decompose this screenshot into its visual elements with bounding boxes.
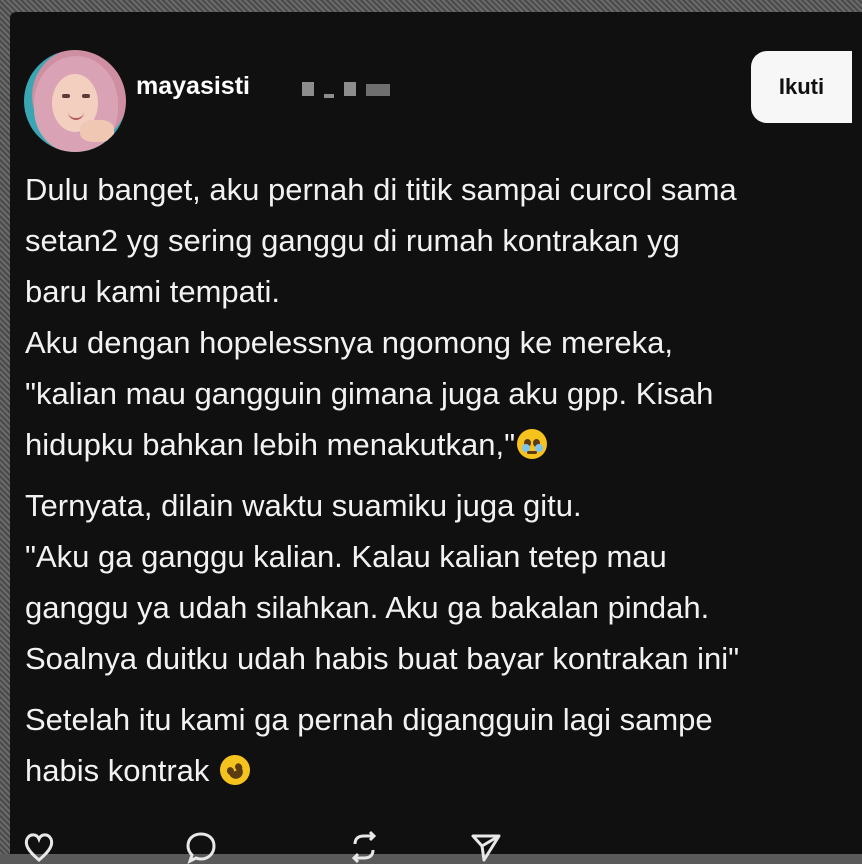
post-line: "kalian mau gangguin gimana juga aku gpp… [25,376,714,411]
post-line: Dulu banget, aku pernah di titik sampai … [25,172,737,207]
censor-block [344,82,356,96]
post-body: Dulu banget, aku pernah di titik sampai … [25,164,840,796]
post-line: habis kontrak [25,745,840,796]
post-line: ganggu ya udah silahkan. Aku ga bakalan … [25,590,710,625]
post-actions [22,830,722,864]
censor-block [324,94,334,98]
rolling-on-floor-laughing-emoji [215,750,255,790]
post-line: Aku dengan hopelessnya ngomong ke mereka… [25,325,673,360]
pleading-face-emoji [517,429,548,459]
share-icon [471,834,501,862]
post-line: setan2 yg sering ganggu di rumah kontrak… [25,223,680,258]
censor-block [302,82,314,96]
post-line-text: hidupku bahkan lebih menakutkan," [25,427,516,462]
post-line: "Aku ga ganggu kalian. Kalau kalian tete… [25,539,667,574]
repost-button[interactable] [347,830,381,864]
post-line-text: habis kontrak [25,753,210,788]
repost-icon [351,830,377,864]
censor-block [366,84,390,96]
follow-button[interactable]: Ikuti [751,51,852,123]
heart-icon [24,833,54,862]
post-line: Setelah itu kami ga pernah digangguin la… [25,702,713,737]
username[interactable]: mayasisti [136,72,250,101]
comment-icon [186,832,216,864]
post-line: baru kami tempati. [25,274,280,309]
post-line: Soalnya duitku udah habis buat bayar kon… [25,641,740,676]
share-button[interactable] [469,830,503,864]
post-line: Ternyata, dilain waktu suamiku juga gitu… [25,488,582,523]
avatar[interactable] [24,50,126,152]
like-button[interactable] [22,830,56,864]
comment-button[interactable] [184,830,218,864]
post-line: hidupku bahkan lebih menakutkan," [25,419,840,470]
